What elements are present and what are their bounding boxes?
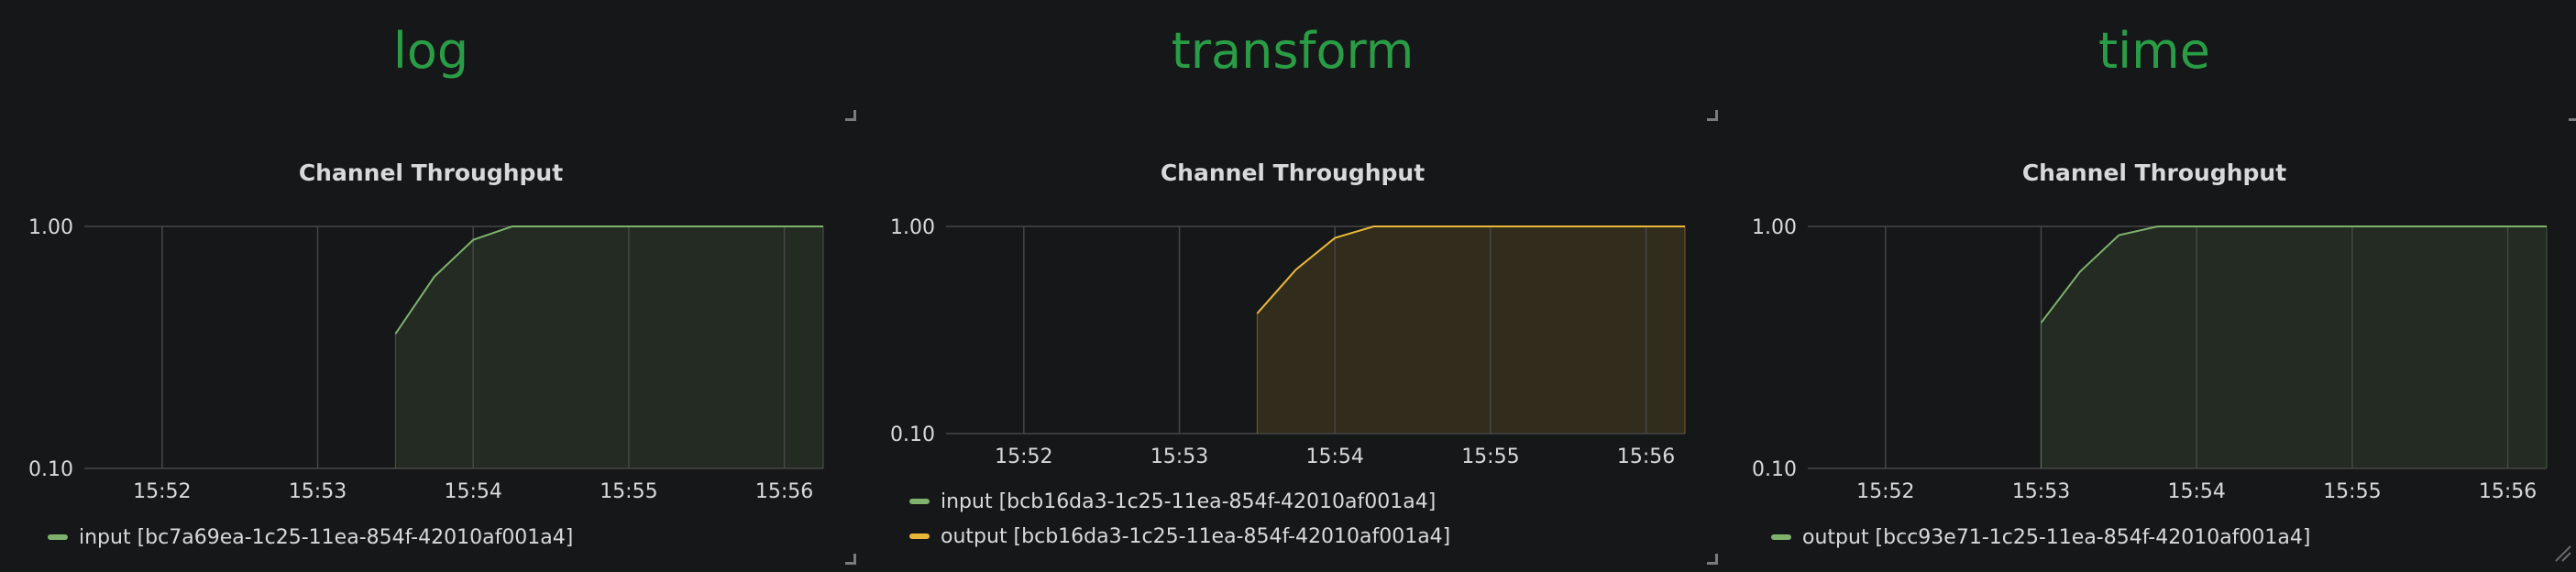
resize-corner-icon[interactable] xyxy=(2552,543,2572,563)
legend-label: output [bcb16da3-1c25-11ea-854f-42010af0… xyxy=(941,524,1451,548)
y-tick-label: 1.00 xyxy=(890,216,935,239)
legend-swatch xyxy=(48,534,68,540)
x-tick-label: 15:54 xyxy=(2168,480,2226,503)
legend-label: input [bcb16da3-1c25-11ea-854f-42010af00… xyxy=(941,490,1437,513)
panel-log: log Channel Throughput 1.00 0.10 15:52 15:53… xyxy=(0,0,862,572)
series-area xyxy=(2041,226,2547,468)
legend-swatch xyxy=(1771,534,1791,540)
chart-legend: input [bc7a69ea-1c25-11ea-854f-42010af00… xyxy=(48,520,573,555)
legend-label: input [bc7a69ea-1c25-11ea-854f-42010af00… xyxy=(79,525,574,549)
y-tick-label: 0.10 xyxy=(1752,458,1797,481)
resize-handle-icon[interactable] xyxy=(845,554,856,565)
legend-swatch xyxy=(909,534,930,539)
series-area xyxy=(1257,226,1685,434)
y-tick-label: 1.00 xyxy=(28,216,73,239)
x-tick-label: 15:53 xyxy=(1150,446,1208,468)
x-tick-label: 15:56 xyxy=(755,480,813,503)
chart-legend: input [bcb16da3-1c25-11ea-854f-42010af00… xyxy=(909,484,1450,554)
x-tick-label: 15:56 xyxy=(1617,446,1675,468)
legend-label: output [bcc93e71-1c25-11ea-854f-42010af0… xyxy=(1802,525,2311,549)
chart-title: Channel Throughput xyxy=(299,160,563,186)
resize-handle-icon[interactable] xyxy=(1707,554,1718,565)
panel-transform: transform Channel Throughput 1.00 0.10 15:5… xyxy=(862,0,1723,572)
legend-item[interactable]: input [bcb16da3-1c25-11ea-854f-42010af00… xyxy=(909,484,1450,519)
x-tick-label: 15:55 xyxy=(2323,480,2381,503)
legend-swatch xyxy=(909,499,930,504)
x-tick-label: 15:52 xyxy=(1856,480,1914,503)
series-area xyxy=(395,226,823,468)
x-tick-label: 15:53 xyxy=(289,480,347,503)
x-tick-label: 15:55 xyxy=(600,480,657,503)
chart-title: Channel Throughput xyxy=(1161,160,1425,186)
x-tick-label: 15:52 xyxy=(133,480,191,503)
chart-title: Channel Throughput xyxy=(2022,160,2286,186)
chart-legend: output [bcc93e71-1c25-11ea-854f-42010af0… xyxy=(1771,520,2310,555)
y-tick-label: 0.10 xyxy=(890,424,935,446)
x-tick-label: 15:54 xyxy=(1306,446,1364,468)
panel-time: time Channel Throughput 1.00 0.10 15:52 15:5… xyxy=(1723,0,2576,572)
y-tick-label: 1.00 xyxy=(1752,216,1797,239)
legend-item[interactable]: output [bcb16da3-1c25-11ea-854f-42010af0… xyxy=(909,519,1450,554)
legend-item[interactable]: input [bc7a69ea-1c25-11ea-854f-42010af00… xyxy=(48,520,573,555)
chart-channel-throughput: Channel Throughput 1.00 0.10 15:52 15:53 15:5… xyxy=(1752,160,2548,503)
x-tick-label: 15:56 xyxy=(2479,480,2537,503)
x-tick-label: 15:54 xyxy=(445,480,502,503)
x-tick-label: 15:53 xyxy=(2012,480,2070,503)
y-tick-label: 0.10 xyxy=(28,458,73,481)
legend-item[interactable]: output [bcc93e71-1c25-11ea-854f-42010af0… xyxy=(1771,520,2310,555)
x-tick-label: 15:52 xyxy=(995,446,1052,468)
x-tick-label: 15:55 xyxy=(1461,446,1519,468)
chart-channel-throughput: Channel Throughput 1.00 0.10 15:52 15:53 15:5… xyxy=(28,160,824,503)
